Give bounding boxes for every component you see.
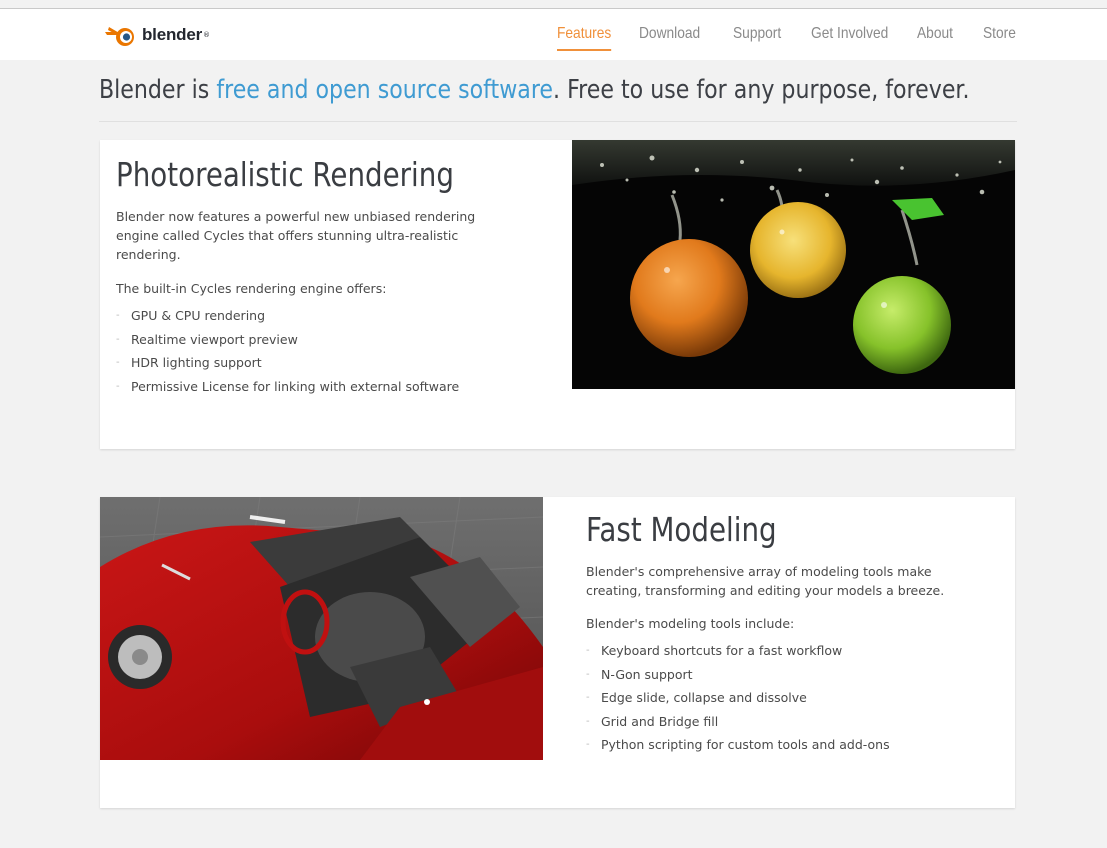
headline-suffix: . Free to use for any purpose, forever.	[553, 75, 970, 105]
logo-trademark: ®	[203, 31, 211, 39]
list-item: Edge slide, collapse and dissolve	[586, 688, 890, 712]
headline-prefix: Blender is	[99, 75, 217, 105]
logo-text: blender	[142, 25, 203, 44]
blender-logo-icon	[105, 27, 134, 46]
nav-store[interactable]: Store	[983, 22, 1016, 46]
page-headline: Blender is free and open source software…	[99, 73, 970, 107]
nav-about[interactable]: About	[917, 22, 953, 46]
feature-list-intro: Blender's modeling tools include:	[586, 616, 795, 631]
list-item: N-Gon support	[586, 665, 890, 689]
feature-description: Blender now features a powerful new unbi…	[116, 209, 476, 262]
nav-support[interactable]: Support	[733, 22, 781, 46]
list-item: Realtime viewport preview	[116, 330, 459, 354]
list-item: Grid and Bridge fill	[586, 712, 890, 736]
list-item: Python scripting for custom tools and ad…	[586, 735, 890, 759]
red-car-model-image	[100, 497, 543, 760]
feature-title: Photorealistic Rendering	[116, 155, 454, 194]
feature-card-modeling: Fast Modeling Blender's comprehensive ar…	[100, 497, 1015, 808]
headline-divider	[99, 121, 1017, 122]
nav-download[interactable]: Download	[639, 22, 700, 46]
feature-title: Fast Modeling	[586, 510, 777, 549]
list-item: GPU & CPU rendering	[116, 306, 459, 330]
list-item: HDR lighting support	[116, 353, 459, 377]
red-car-illustration	[100, 497, 543, 760]
list-item: Permissive License for linking with exte…	[116, 377, 459, 401]
feature-description: Blender's comprehensive array of modelin…	[586, 564, 945, 598]
feature-list: Keyboard shortcuts for a fast workflow N…	[586, 641, 890, 759]
feature-list: GPU & CPU rendering Realtime viewport pr…	[116, 306, 459, 400]
free-open-source-link[interactable]: free and open source software	[216, 75, 553, 105]
feature-list-intro: The built-in Cycles rendering engine off…	[116, 281, 387, 296]
nav-features[interactable]: Features	[557, 22, 612, 51]
list-item: Keyboard shortcuts for a fast workflow	[586, 641, 890, 665]
fruit-splash-image	[572, 140, 1015, 389]
fruit-splash-illustration	[572, 140, 1015, 389]
top-navbar: blender ® Features Download Support Get I…	[0, 9, 1107, 60]
feature-card-rendering: Photorealistic Rendering Blender now fea…	[100, 140, 1015, 449]
blender-logo[interactable]: blender ®	[103, 22, 210, 48]
nav-get-involved[interactable]: Get Involved	[811, 22, 888, 46]
